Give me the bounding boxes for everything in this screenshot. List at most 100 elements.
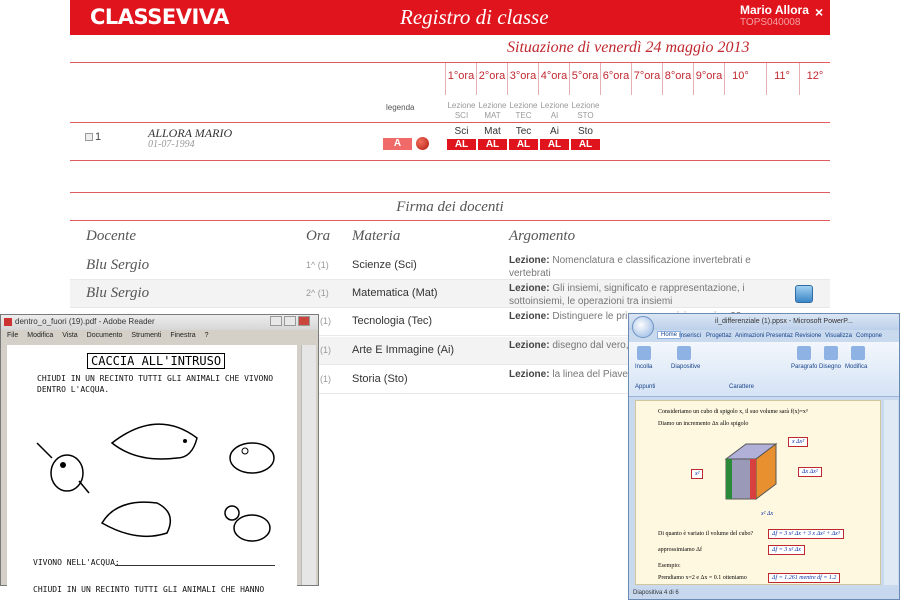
hour-header: 12°	[799, 63, 830, 95]
menu-vista[interactable]: Vista	[62, 332, 77, 339]
attendance-mark[interactable]: AL	[509, 139, 538, 150]
worksheet-instruction: CHIUDI IN UN RECINTO TUTTI GLI ANIMALI C…	[33, 585, 265, 594]
menu-file[interactable]: File	[7, 332, 18, 339]
table-row[interactable]: Blu Sergio 2^ (1) Matematica (Mat) Lezio…	[70, 280, 830, 308]
tab-home[interactable]: Home	[657, 331, 682, 339]
slide[interactable]: Consideriamo un cubo di spigolo x, il su…	[635, 400, 881, 585]
lesson-head: Lezione AI	[540, 101, 569, 120]
attendance-mark[interactable]: AL	[447, 139, 476, 150]
paste-icon[interactable]	[637, 346, 651, 360]
status-bar: Diapositiva 4 di 6	[629, 588, 899, 599]
worksheet-instruction: CHIUDI IN UN RECINTO TUTTI GLI ANIMALI C…	[37, 374, 274, 383]
lesson-head: Lezione STO	[571, 101, 600, 120]
paragraph-icon[interactable]	[797, 346, 811, 360]
ppt-titlebar[interactable]: il_differenziale (1).ppsx - Microsoft Po…	[629, 314, 899, 330]
subject-code: Sci	[454, 126, 469, 137]
worksheet-instruction: DENTRO L'ACQUA.	[37, 385, 110, 394]
disegno-label[interactable]: Disegno	[819, 364, 841, 370]
paragrafo-label[interactable]: Paragrafo	[791, 364, 817, 370]
ora-value: (1)	[320, 316, 331, 326]
docente-name: Blu Sergio	[86, 285, 150, 301]
vertical-scrollbar[interactable]	[884, 400, 898, 585]
hour-header: 7°ora	[631, 63, 662, 95]
hour-header: 5°ora	[569, 63, 600, 95]
drawing-icon[interactable]	[824, 346, 838, 360]
worksheet-label: VIVONO NELL'ACQUA:	[33, 558, 120, 567]
col-argomento: Argomento	[509, 228, 576, 244]
formula-box: x Δx²	[788, 437, 809, 447]
menu-help[interactable]: ?	[205, 332, 209, 339]
situazione-date: Situazione di venerdì 24 maggio 2013	[507, 39, 750, 56]
tab-animazioni[interactable]: Animazioni	[735, 333, 764, 339]
slides-icon[interactable]	[677, 346, 691, 360]
subject-code: Sto	[577, 126, 593, 137]
divider	[70, 122, 830, 123]
minimize-button[interactable]	[270, 316, 282, 326]
classeviva-logo: CLASSEVIVA	[90, 5, 229, 29]
argomento-value: Lezione: Nomenclatura e classificazione …	[509, 255, 751, 279]
col-docente: Docente	[86, 228, 136, 244]
menu-finestra[interactable]: Finestra	[170, 332, 195, 339]
tab-inserisci[interactable]: Inserisci	[679, 333, 701, 339]
formula-box: Δf = 3 x² Δx + 3 x Δx² + Δx³	[768, 529, 844, 539]
hour-header: 11°	[766, 63, 797, 95]
formula-box: x²	[691, 469, 704, 479]
tab-presentaz[interactable]: Presentaz	[766, 333, 793, 339]
hour-header: 6°ora	[600, 63, 631, 95]
lesson-head: Lezione SCI	[447, 101, 476, 120]
appunti-group: Appunti	[635, 384, 656, 390]
table-row[interactable]: Blu Sergio 1^ (1) Scienze (Sci) Lezione:…	[70, 252, 830, 280]
menu-modifica[interactable]: Modifica	[27, 332, 53, 339]
formula-box: Δx Δx²	[798, 467, 822, 477]
attendance-mark[interactable]: AL	[571, 139, 600, 150]
user-code: TOPS040008	[740, 17, 801, 28]
menu-strumenti[interactable]: Strumenti	[131, 332, 161, 339]
magnifier-icon[interactable]	[795, 285, 813, 303]
status-dot-icon[interactable]	[416, 137, 429, 150]
ribbon-tabs: Home Inserisci Progettaz Animazioni Pres…	[629, 331, 899, 342]
maximize-button[interactable]	[284, 316, 296, 326]
close-button[interactable]: ×	[815, 4, 823, 20]
student-row[interactable]: 1 ALLORA MARIO 01-07-1994 A Sci Mat Tec …	[70, 124, 830, 154]
pdf-page[interactable]: CACCIA ALL'INTRUSO CHIUDI IN UN RECINTO …	[7, 345, 297, 594]
hour-header: 4°ora	[538, 63, 569, 95]
carattere-group: Carattere	[729, 384, 755, 390]
student-checkbox[interactable]	[85, 133, 93, 141]
cube-diagram	[724, 443, 778, 500]
student-birthdate: 01-07-1994	[148, 139, 195, 150]
powerpoint-window: il_differenziale (1).ppsx - Microsoft Po…	[628, 313, 900, 600]
worksheet-heading: CACCIA ALL'INTRUSO	[87, 353, 226, 369]
vertical-scrollbar[interactable]	[301, 345, 316, 585]
close-button[interactable]	[298, 316, 310, 326]
attendance-mark[interactable]: AL	[478, 139, 507, 150]
modifica-label[interactable]: Modifica	[845, 364, 867, 370]
tab-revisione[interactable]: Revisione	[795, 333, 821, 339]
absence-badge[interactable]: A	[383, 138, 412, 150]
col-ora: Ora	[306, 228, 331, 244]
divider	[70, 192, 830, 193]
menu-documento[interactable]: Documento	[87, 332, 123, 339]
tab-visualizza[interactable]: Visualizza	[825, 333, 852, 339]
legenda-label[interactable]: legenda	[386, 103, 414, 112]
reader-menubar: File Modifica Vista Documento Strumenti …	[1, 330, 318, 342]
hour-header: 10°	[724, 63, 756, 95]
slide-text: Prendiamo x=2 e Δx = 0.1 otteniamo	[658, 575, 747, 581]
tab-compone[interactable]: Compone	[856, 333, 882, 339]
incolla-label[interactable]: Incolla	[635, 364, 652, 370]
hour-header: 8°ora	[662, 63, 693, 95]
slide-text: approssimiamo Δf	[658, 547, 703, 553]
adobe-reader-window: dentro_o_fuori (19).pdf - Adobe Reader F…	[0, 314, 319, 594]
animals-illustration	[36, 423, 275, 542]
attendance-mark[interactable]: AL	[540, 139, 569, 150]
edit-icon[interactable]	[851, 346, 865, 360]
slide-text: Consideriamo un cubo di spigolo x, il su…	[658, 409, 808, 415]
lesson-head: Lezione TEC	[509, 101, 538, 120]
slide-text: Diamo un incremento Δx allo spigolo	[658, 421, 749, 427]
hour-header: 1°ora	[445, 63, 476, 95]
argomento-value: Lezione: Gli insiemi, significato e rapp…	[509, 283, 745, 307]
diapositive-label[interactable]: Diapositive	[671, 364, 700, 370]
materia-value: Matematica (Mat)	[352, 287, 438, 299]
divider	[70, 220, 830, 221]
materia-value: Scienze (Sci)	[352, 259, 417, 271]
tab-progettaz[interactable]: Progettaz	[706, 333, 732, 339]
